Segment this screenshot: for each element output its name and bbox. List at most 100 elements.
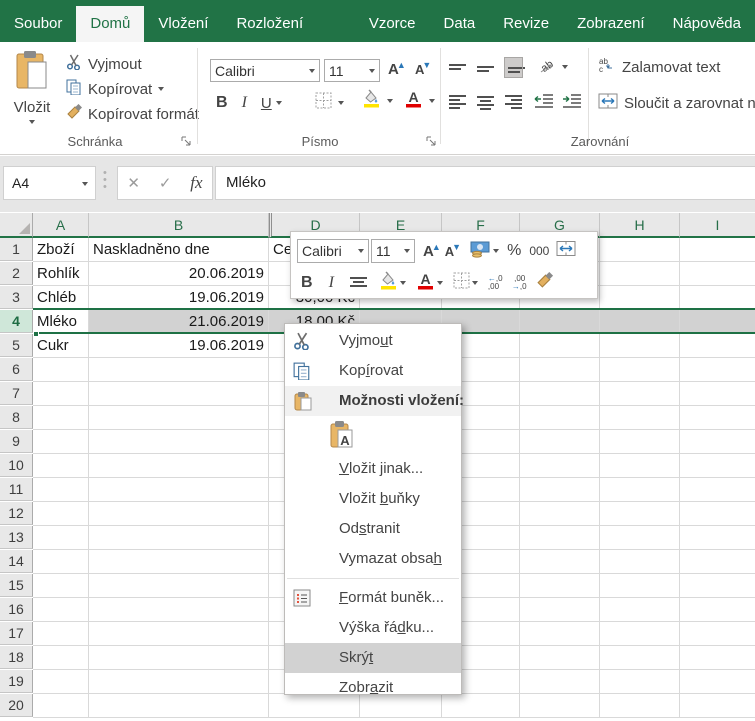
- row-header-1[interactable]: 1: [0, 238, 33, 261]
- borders-button[interactable]: [315, 92, 344, 114]
- column-header-A[interactable]: A: [33, 213, 89, 238]
- merge-center-button[interactable]: Sloučit a zarovnat na: [598, 92, 755, 114]
- cell-I18[interactable]: [680, 646, 755, 670]
- cell-G17[interactable]: [520, 622, 600, 646]
- decrease-decimal-icon[interactable]: ,00 →,0: [512, 275, 534, 291]
- row-header-14[interactable]: 14: [0, 550, 33, 573]
- cell-B18[interactable]: [89, 646, 269, 670]
- cell-B5[interactable]: 19.06.2019: [89, 334, 269, 358]
- insert-function-button[interactable]: fx: [190, 173, 202, 193]
- mini-font-name-combo[interactable]: Calibri: [297, 239, 369, 263]
- cell-H3[interactable]: [600, 286, 680, 310]
- tab-nápověda[interactable]: Nápověda: [659, 6, 755, 42]
- cell-H14[interactable]: [600, 550, 680, 574]
- row-header-2[interactable]: 2: [0, 262, 33, 285]
- cell-H19[interactable]: [600, 670, 680, 694]
- row-header-3[interactable]: 3: [0, 286, 33, 309]
- cell-B4[interactable]: 21.06.2019: [89, 310, 269, 334]
- cell-G20[interactable]: [520, 694, 600, 718]
- cancel-icon[interactable]: ✕: [127, 174, 140, 192]
- paste-button[interactable]: Vložit: [7, 50, 57, 134]
- cell-A14[interactable]: [33, 550, 89, 574]
- cell-B14[interactable]: [89, 550, 269, 574]
- format-painter-button[interactable]: Kopírovat formát: [66, 103, 199, 125]
- row-header-11[interactable]: 11: [0, 478, 33, 501]
- cell-B11[interactable]: [89, 478, 269, 502]
- cell-A11[interactable]: [33, 478, 89, 502]
- font-name-combo[interactable]: Calibri: [210, 59, 320, 82]
- cell-A9[interactable]: [33, 430, 89, 454]
- cell-H15[interactable]: [600, 574, 680, 598]
- row-header-8[interactable]: 8: [0, 406, 33, 429]
- row-header-5[interactable]: 5: [0, 334, 33, 357]
- cell-B7[interactable]: [89, 382, 269, 406]
- cell-A3[interactable]: Chléb: [33, 286, 89, 310]
- menu-item-vyjmout[interactable]: Vyjmout: [285, 326, 461, 356]
- row-header-17[interactable]: 17: [0, 622, 33, 645]
- row-header-10[interactable]: 10: [0, 454, 33, 477]
- cell-I6[interactable]: [680, 358, 755, 382]
- cell-A1[interactable]: Zboží: [33, 238, 89, 262]
- paste-dropdown-caret[interactable]: [29, 120, 35, 124]
- cell-I2[interactable]: [680, 262, 755, 286]
- menu-item-zobrazit[interactable]: Zobrazit: [285, 673, 461, 703]
- row-header-13[interactable]: 13: [0, 526, 33, 549]
- orientation-button[interactable]: ab: [538, 56, 568, 78]
- align-middle-icon[interactable]: [477, 61, 494, 74]
- cell-A5[interactable]: Cukr: [33, 334, 89, 358]
- formula-input[interactable]: Mléko: [215, 166, 755, 200]
- percent-style-button[interactable]: %: [507, 242, 521, 260]
- menu-item-vložit-jinak[interactable]: Vložit jinak...: [285, 454, 461, 484]
- menu-item-skrýt[interactable]: Skrýt: [285, 643, 461, 673]
- cell-G14[interactable]: [520, 550, 600, 574]
- name-box-caret[interactable]: [82, 182, 88, 186]
- mini-format-painter-icon[interactable]: [536, 271, 553, 294]
- cell-H8[interactable]: [600, 406, 680, 430]
- font-dialog-launcher-icon[interactable]: [425, 135, 438, 148]
- mini-borders-icon[interactable]: [453, 272, 470, 294]
- cell-G15[interactable]: [520, 574, 600, 598]
- align-bottom-icon[interactable]: [504, 56, 525, 78]
- cell-A15[interactable]: [33, 574, 89, 598]
- clipboard-dialog-launcher-icon[interactable]: [180, 135, 193, 148]
- mini-borders-caret[interactable]: [471, 281, 478, 285]
- select-all-corner[interactable]: [0, 213, 33, 238]
- cell-G4[interactable]: [520, 310, 600, 334]
- cell-A18[interactable]: [33, 646, 89, 670]
- cell-G9[interactable]: [520, 430, 600, 454]
- decrease-indent-icon[interactable]: [534, 93, 554, 114]
- mini-font-color-caret[interactable]: [436, 281, 443, 285]
- bold-button[interactable]: B: [216, 94, 228, 112]
- cell-I16[interactable]: [680, 598, 755, 622]
- paste-option-keep-source[interactable]: A: [285, 416, 461, 454]
- cell-G19[interactable]: [520, 670, 600, 694]
- cell-I7[interactable]: [680, 382, 755, 406]
- row-header-20[interactable]: 20: [0, 694, 33, 717]
- cell-B3[interactable]: 19.06.2019: [89, 286, 269, 310]
- cell-H9[interactable]: [600, 430, 680, 454]
- cell-H18[interactable]: [600, 646, 680, 670]
- mini-italic-button[interactable]: I: [329, 274, 334, 292]
- mini-font-color-icon[interactable]: A: [416, 271, 435, 295]
- cell-A8[interactable]: [33, 406, 89, 430]
- row-header-12[interactable]: 12: [0, 502, 33, 525]
- row-header-15[interactable]: 15: [0, 574, 33, 597]
- cell-B2[interactable]: 20.06.2019: [89, 262, 269, 286]
- accounting-format-caret[interactable]: [493, 249, 500, 253]
- decrease-font-button[interactable]: A▼: [415, 58, 433, 80]
- row-header-4[interactable]: 4: [0, 310, 33, 333]
- cell-A12[interactable]: [33, 502, 89, 526]
- cell-B16[interactable]: [89, 598, 269, 622]
- cell-G12[interactable]: [520, 502, 600, 526]
- cell-B12[interactable]: [89, 502, 269, 526]
- wrap-text-button[interactable]: ab c Zalamovat text: [598, 56, 720, 78]
- cell-H1[interactable]: [600, 238, 680, 262]
- menu-item-výška-řádku[interactable]: Výška řádku...: [285, 613, 461, 643]
- increase-font-button[interactable]: A▲: [388, 58, 408, 80]
- tab-rozložení-stránky[interactable]: Rozložení stránky: [222, 6, 354, 68]
- cell-I5[interactable]: [680, 334, 755, 358]
- name-box[interactable]: A4: [3, 166, 96, 200]
- cell-I12[interactable]: [680, 502, 755, 526]
- cell-I19[interactable]: [680, 670, 755, 694]
- cell-B15[interactable]: [89, 574, 269, 598]
